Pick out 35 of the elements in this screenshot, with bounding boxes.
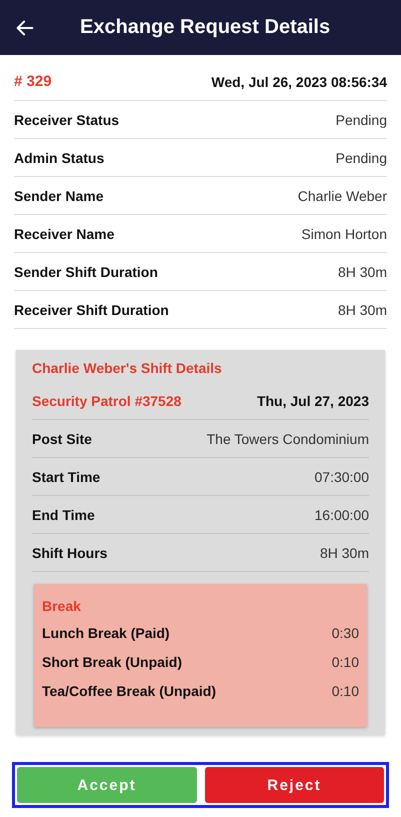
shift-label: End Time bbox=[32, 506, 95, 522]
detail-value: Simon Horton bbox=[301, 226, 387, 242]
detail-label: Admin Status bbox=[14, 150, 104, 166]
detail-label: Receiver Status bbox=[14, 112, 120, 128]
request-datetime: Wed, Jul 26, 2023 08:56:34 bbox=[211, 74, 387, 90]
shift-value: 16:00:00 bbox=[314, 506, 369, 522]
shift-name: Security Patrol #37528 bbox=[32, 392, 182, 408]
break-duration: 0:10 bbox=[332, 654, 359, 670]
screen-title: Exchange Request Details bbox=[80, 16, 330, 39]
detail-label: Sender Shift Duration bbox=[14, 264, 158, 280]
break-title: Break bbox=[42, 598, 82, 614]
detail-value: 8H 30m bbox=[338, 264, 387, 280]
break-duration: 0:30 bbox=[332, 624, 359, 640]
detail-value: Pending bbox=[336, 112, 387, 128]
detail-label: Receiver Name bbox=[14, 226, 114, 242]
detail-value: Pending bbox=[336, 150, 387, 166]
shift-value: The Towers Condominium bbox=[206, 430, 369, 446]
shift-label: Start Time bbox=[32, 468, 100, 484]
detail-value: 8H 30m bbox=[338, 302, 387, 318]
action-button[interactable]: Reject bbox=[204, 767, 384, 803]
break-label: Short Break (Unpaid) bbox=[42, 654, 182, 670]
detail-value: Charlie Weber bbox=[298, 188, 387, 204]
shift-card-title: Charlie Weber's Shift Details bbox=[32, 359, 223, 378]
request-number: # 329 bbox=[14, 73, 52, 90]
break-duration: 0:10 bbox=[332, 682, 359, 698]
detail-label: Receiver Shift Duration bbox=[14, 302, 169, 318]
action-button[interactable]: Accept bbox=[17, 767, 196, 803]
shift-value: 8H 30m bbox=[320, 544, 369, 560]
detail-label: Sender Name bbox=[14, 188, 104, 204]
shift-label: Shift Hours bbox=[32, 544, 108, 560]
shift-date: Thu, Jul 27, 2023 bbox=[256, 392, 369, 408]
shift-label: Post Site bbox=[32, 430, 92, 446]
break-label: Tea/Coffee Break (Unpaid) bbox=[42, 682, 216, 698]
break-label: Lunch Break (Paid) bbox=[42, 624, 170, 640]
shift-value: 07:30:00 bbox=[314, 468, 369, 484]
